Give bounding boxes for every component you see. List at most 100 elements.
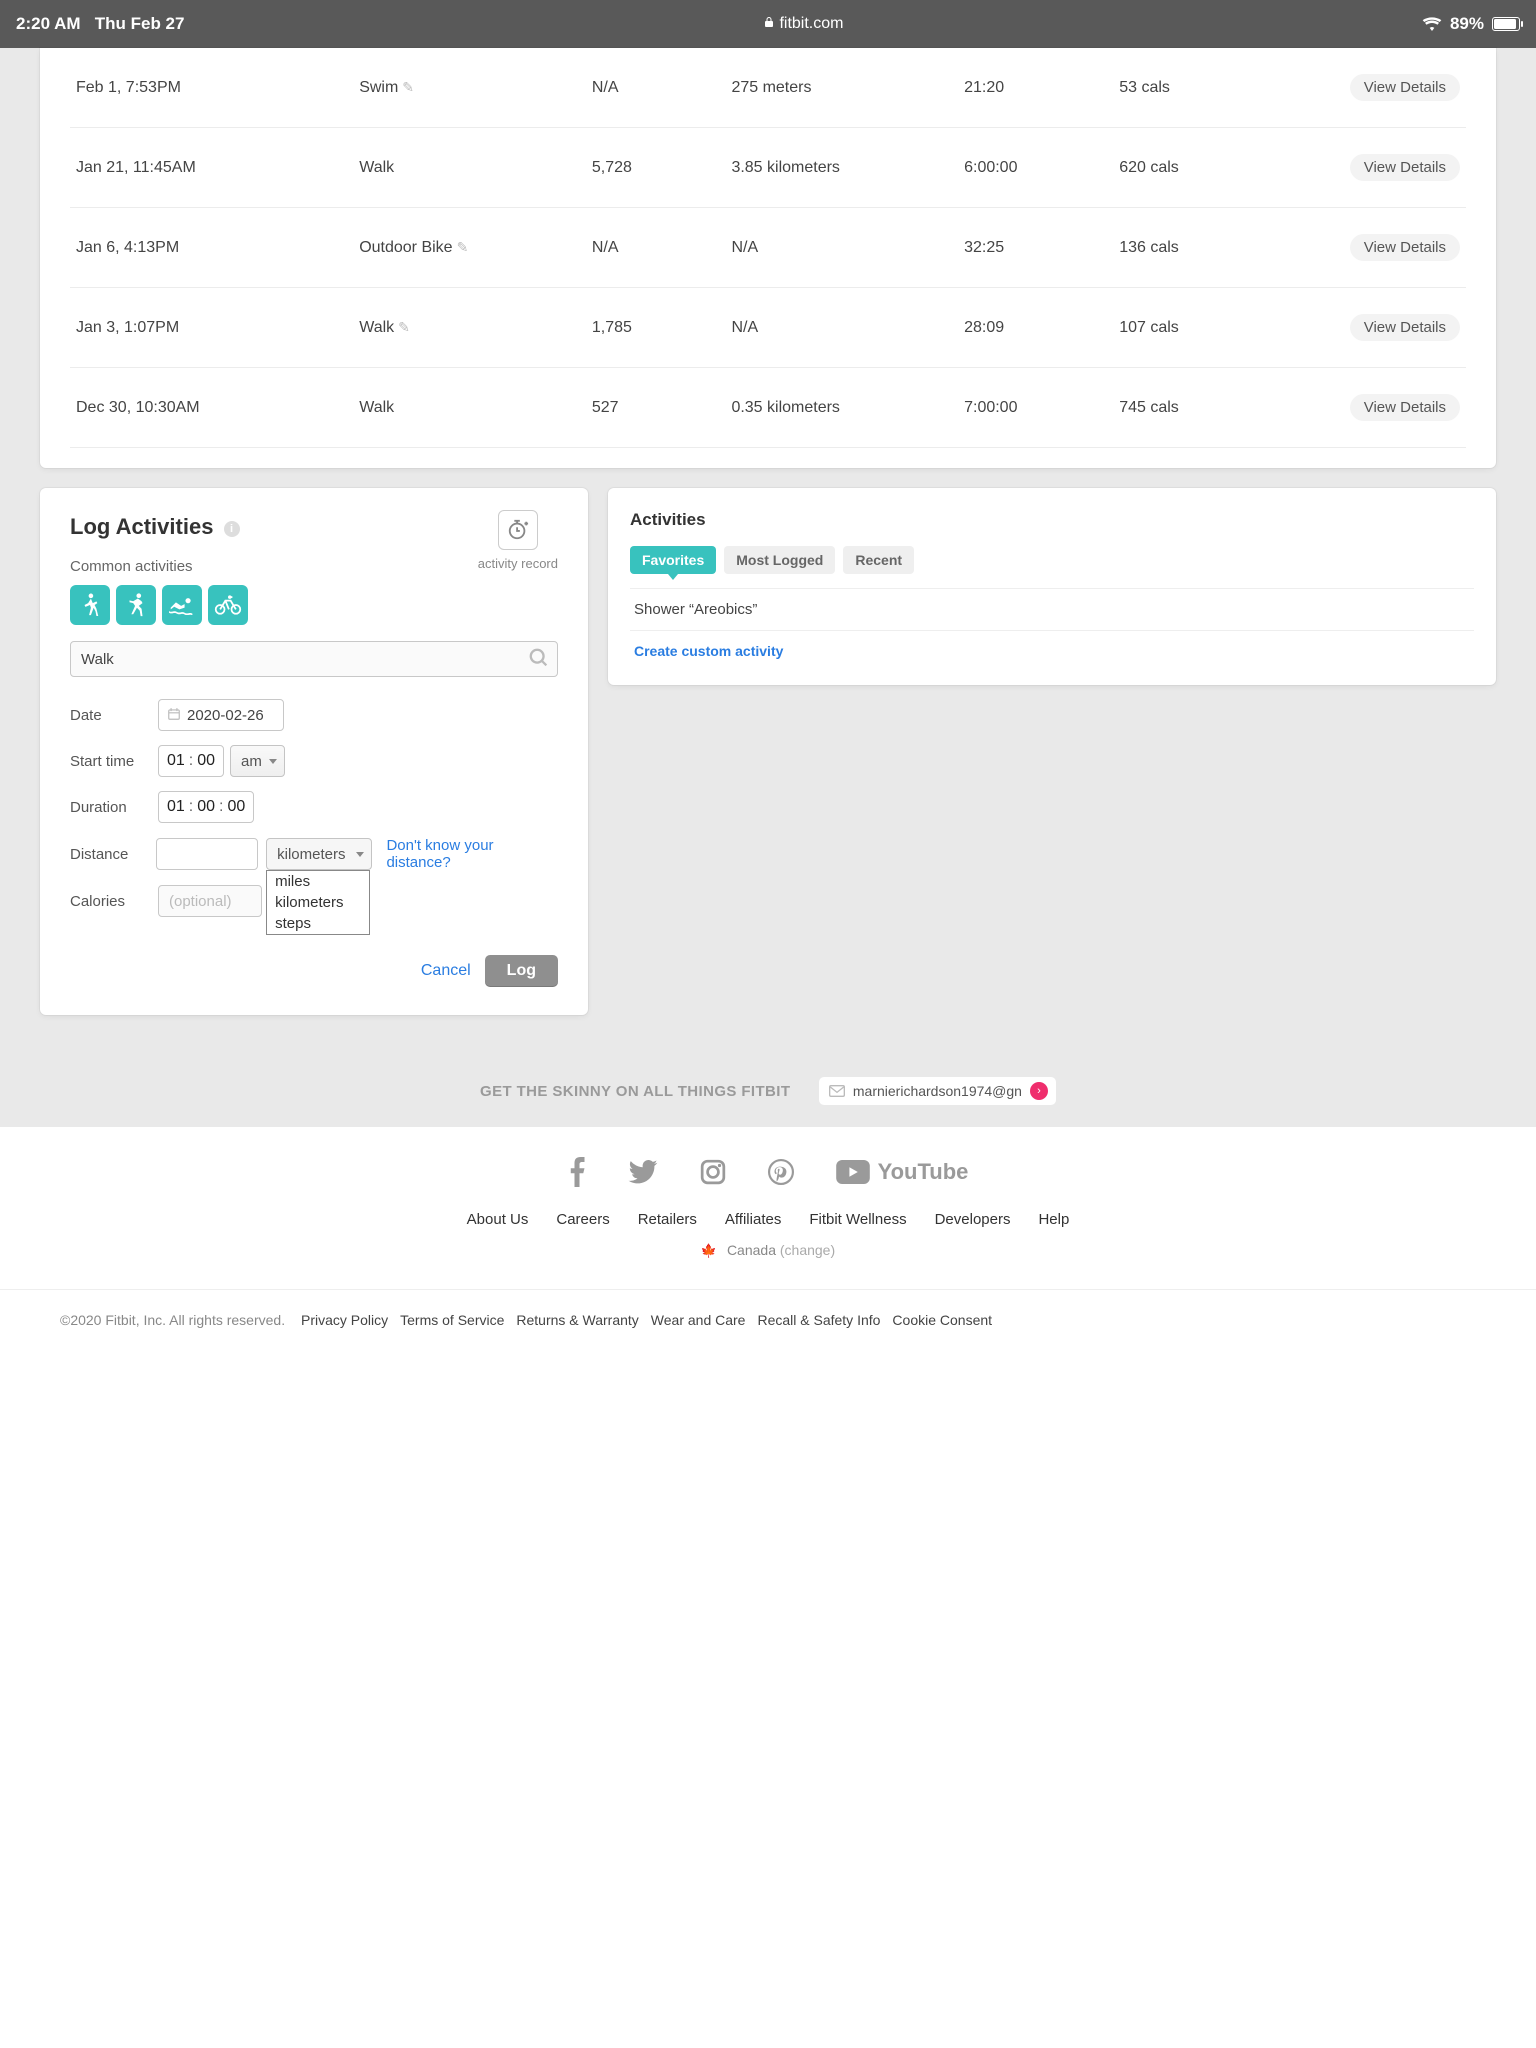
newsletter-submit-icon[interactable]: › bbox=[1030, 1082, 1048, 1100]
log-activities-card: Log Activities i activity record Common … bbox=[40, 488, 588, 1015]
walk-icon[interactable] bbox=[70, 585, 110, 625]
pinterest-icon[interactable] bbox=[768, 1159, 794, 1185]
view-details-button[interactable]: View Details bbox=[1350, 394, 1460, 421]
region-selector[interactable]: 🍁 Canada (change) bbox=[0, 1242, 1536, 1259]
info-icon[interactable]: i bbox=[224, 521, 240, 537]
legal-link[interactable]: Wear and Care bbox=[651, 1312, 746, 1328]
distance-unit-select[interactable]: kilometers mileskilometerssteps bbox=[266, 838, 372, 870]
activity-distance: N/A bbox=[721, 288, 954, 368]
legal-link[interactable]: Cookie Consent bbox=[892, 1312, 992, 1328]
activity-calories: 107 cals bbox=[1109, 288, 1280, 368]
battery-icon bbox=[1492, 17, 1520, 31]
calendar-icon bbox=[167, 707, 181, 724]
activity-record[interactable]: activity record bbox=[478, 510, 558, 571]
activity-date: Jan 21, 11:45AM bbox=[70, 128, 349, 208]
favorite-item[interactable]: Shower “Areobics” bbox=[630, 589, 1474, 631]
unit-option[interactable]: miles bbox=[267, 871, 369, 892]
footer-link[interactable]: About Us bbox=[467, 1211, 529, 1228]
swim-icon[interactable] bbox=[162, 585, 202, 625]
activity-history-card: Feb 1, 7:53PMSwim✎N/A275 meters21:2053 c… bbox=[40, 48, 1496, 468]
unit-option[interactable]: kilometers bbox=[267, 892, 369, 913]
envelope-icon bbox=[829, 1085, 845, 1097]
create-custom-activity-link[interactable]: Create custom activity bbox=[630, 631, 1474, 675]
activity-distance: 3.85 kilometers bbox=[721, 128, 954, 208]
calories-input[interactable] bbox=[158, 885, 262, 917]
twitter-icon[interactable] bbox=[628, 1160, 658, 1184]
run-icon[interactable] bbox=[116, 585, 156, 625]
table-row: Jan 3, 1:07PMWalk✎1,785N/A28:09107 calsV… bbox=[70, 288, 1466, 368]
footer-link[interactable]: Help bbox=[1038, 1211, 1069, 1228]
table-row: Jan 21, 11:45AMWalk5,7283.85 kilometers6… bbox=[70, 128, 1466, 208]
bike-icon[interactable] bbox=[208, 585, 248, 625]
tab-recent[interactable]: Recent bbox=[843, 546, 914, 574]
table-row: Feb 1, 7:53PMSwim✎N/A275 meters21:2053 c… bbox=[70, 48, 1466, 128]
search-icon[interactable] bbox=[528, 647, 550, 669]
tab-favorites[interactable]: Favorites bbox=[630, 546, 716, 574]
ampm-select[interactable]: am bbox=[230, 745, 285, 777]
footer-link[interactable]: Affiliates bbox=[725, 1211, 781, 1228]
activity-steps: 5,728 bbox=[582, 128, 722, 208]
activity-name: Walk✎ bbox=[349, 288, 582, 368]
activity-calories: 745 cals bbox=[1109, 368, 1280, 448]
footer-link[interactable]: Retailers bbox=[638, 1211, 697, 1228]
legal-link[interactable]: Returns & Warranty bbox=[516, 1312, 638, 1328]
activity-duration: 21:20 bbox=[954, 48, 1109, 128]
activity-date: Feb 1, 7:53PM bbox=[70, 48, 349, 128]
footer-link[interactable]: Fitbit Wellness bbox=[809, 1211, 906, 1228]
pencil-icon[interactable]: ✎ bbox=[457, 239, 469, 255]
legal-link[interactable]: Privacy Policy bbox=[301, 1312, 388, 1328]
pencil-icon[interactable]: ✎ bbox=[398, 319, 410, 335]
view-details-button[interactable]: View Details bbox=[1350, 234, 1460, 261]
stopwatch-plus-icon bbox=[507, 519, 529, 541]
tab-most-logged[interactable]: Most Logged bbox=[724, 546, 835, 574]
start-time-label: Start time bbox=[70, 753, 158, 770]
view-details-button[interactable]: View Details bbox=[1350, 74, 1460, 101]
distance-unit-dropdown[interactable]: mileskilometerssteps bbox=[266, 870, 370, 935]
footer-link[interactable]: Developers bbox=[935, 1211, 1011, 1228]
legal-link[interactable]: Terms of Service bbox=[400, 1312, 504, 1328]
ipad-status-bar: 2:20 AM Thu Feb 27 fitbit.com 89% bbox=[0, 0, 1536, 48]
copyright: ©2020 Fitbit, Inc. All rights reserved. bbox=[60, 1312, 285, 1328]
pencil-icon[interactable]: ✎ bbox=[402, 79, 414, 95]
activity-steps: 1,785 bbox=[582, 288, 722, 368]
activity-distance: 275 meters bbox=[721, 48, 954, 128]
duration-label: Duration bbox=[70, 799, 158, 816]
unit-option[interactable]: steps bbox=[267, 913, 369, 934]
battery-percent: 89% bbox=[1450, 14, 1484, 34]
log-button[interactable]: Log bbox=[485, 955, 558, 987]
activity-calories: 53 cals bbox=[1109, 48, 1280, 128]
activity-name: Walk bbox=[349, 368, 582, 448]
duration-input[interactable]: 01:00:00 bbox=[158, 791, 254, 823]
footer-link[interactable]: Careers bbox=[556, 1211, 609, 1228]
facebook-icon[interactable] bbox=[568, 1157, 586, 1187]
start-time-input[interactable]: 01:00 bbox=[158, 745, 224, 777]
table-row: Dec 30, 10:30AMWalk5270.35 kilometers7:0… bbox=[70, 368, 1466, 448]
distance-help-link[interactable]: Don't know your distance? bbox=[386, 837, 558, 871]
activity-date: Dec 30, 10:30AM bbox=[70, 368, 349, 448]
newsletter-email-input[interactable]: marnierichardson1974@gn › bbox=[819, 1077, 1056, 1105]
activity-date: Jan 6, 4:13PM bbox=[70, 208, 349, 288]
activity-distance: 0.35 kilometers bbox=[721, 368, 954, 448]
activity-duration: 32:25 bbox=[954, 208, 1109, 288]
wifi-icon bbox=[1422, 17, 1442, 31]
view-details-button[interactable]: View Details bbox=[1350, 314, 1460, 341]
activity-search-input[interactable] bbox=[70, 641, 558, 677]
activity-duration: 28:09 bbox=[954, 288, 1109, 368]
browser-domain: fitbit.com bbox=[779, 15, 843, 32]
activity-table: Feb 1, 7:53PMSwim✎N/A275 meters21:2053 c… bbox=[70, 48, 1466, 448]
calories-label: Calories bbox=[70, 893, 158, 910]
activity-record-label: activity record bbox=[478, 556, 558, 571]
activity-calories: 136 cals bbox=[1109, 208, 1280, 288]
instagram-icon[interactable] bbox=[700, 1159, 726, 1185]
youtube-link[interactable]: YouTube bbox=[836, 1159, 969, 1185]
date-input[interactable]: 2020-02-26 bbox=[158, 699, 284, 731]
distance-label: Distance bbox=[70, 846, 156, 863]
cancel-button[interactable]: Cancel bbox=[421, 962, 471, 980]
activities-sidebar: Activities FavoritesMost LoggedRecent Sh… bbox=[608, 488, 1496, 685]
activity-duration: 7:00:00 bbox=[954, 368, 1109, 448]
legal-link[interactable]: Recall & Safety Info bbox=[757, 1312, 880, 1328]
distance-input[interactable] bbox=[156, 838, 258, 870]
date-label: Date bbox=[70, 707, 158, 724]
newsletter-bar: GET THE SKINNY ON ALL THINGS FITBIT marn… bbox=[0, 1055, 1536, 1127]
view-details-button[interactable]: View Details bbox=[1350, 154, 1460, 181]
